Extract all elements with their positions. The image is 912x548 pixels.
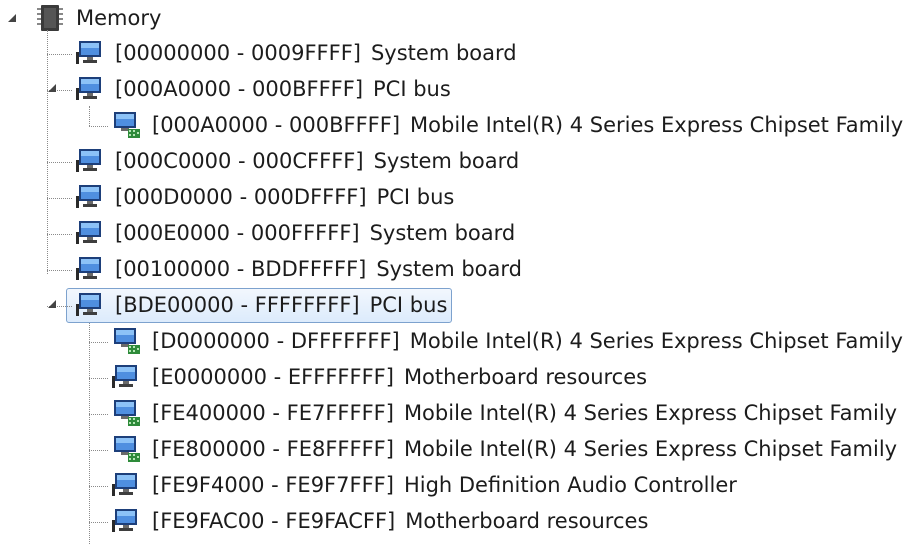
memory-range: [000C0000 - 000CFFFF] bbox=[115, 149, 364, 173]
tree-guide-line bbox=[47, 162, 72, 163]
tree-guide-line bbox=[89, 450, 108, 451]
tree-node[interactable]: [FE9FAC00 - FE9FACFF] Motherboard resourc… bbox=[0, 504, 900, 538]
tree-node[interactable]: [000E0000 - 000FFFFF] System board bbox=[0, 216, 900, 250]
tree-guide-line bbox=[89, 126, 108, 127]
device-name: System board bbox=[369, 221, 516, 245]
tree-node-label: [000A0000 - 000BFFFF] Mobile Intel(R) 4 S… bbox=[152, 108, 903, 142]
device-name: PCI bus bbox=[373, 77, 451, 101]
tree-node[interactable]: [000A0000 - 000BFFFF] PCI bus bbox=[0, 72, 900, 106]
memory-range: [FE400000 - FE7FFFFF] bbox=[152, 401, 394, 425]
tree-node-label: [00000000 - 0009FFFF] System board bbox=[115, 36, 517, 70]
tree-node[interactable]: [00000000 - 0009FFFF] System board bbox=[0, 36, 900, 70]
memory-range: [000A0000 - 000BFFFF] bbox=[152, 113, 401, 137]
monitor-icon bbox=[76, 290, 104, 318]
tree-guide-line bbox=[47, 270, 72, 271]
tree-node-label: [BDE00000 - FFFFFFFF] PCI bus bbox=[115, 288, 447, 322]
device-name: System board bbox=[373, 149, 520, 173]
tree-node-label: [E0000000 - EFFFFFFF] Motherboard resourc… bbox=[152, 360, 647, 394]
tree-node[interactable]: [FE400000 - FE7FFFFF] Mobile Intel(R) 4 S… bbox=[0, 396, 900, 430]
memory-range: [00100000 - BDDFFFFF] bbox=[115, 257, 367, 281]
tree-guide-line bbox=[47, 198, 72, 199]
device-name: Mobile Intel(R) 4 Series Express Chipset… bbox=[403, 401, 898, 425]
tree-guide-line bbox=[89, 414, 108, 415]
tree-guide-line bbox=[89, 486, 108, 487]
memory-range: [000E0000 - 000FFFFF] bbox=[115, 221, 360, 245]
monitor-icon bbox=[76, 74, 104, 102]
display-adapter-icon bbox=[112, 398, 142, 428]
tree-node-label: Memory bbox=[76, 6, 162, 30]
tree-node[interactable]: [D0000000 - DFFFFFFF] Mobile Intel(R) 4 S… bbox=[0, 324, 903, 358]
display-adapter-icon bbox=[112, 434, 142, 464]
device-name: PCI bus bbox=[369, 293, 448, 317]
monitor-icon bbox=[112, 470, 140, 498]
device-name: Mobile Intel(R) 4 Series Express Chipset… bbox=[409, 329, 903, 353]
device-name: Mobile Intel(R) 4 Series Express Chipset… bbox=[403, 437, 898, 461]
tree-guide-line bbox=[89, 378, 108, 379]
tree-node[interactable]: [E0000000 - EFFFFFFF] Motherboard resourc… bbox=[0, 360, 900, 394]
device-name: High Definition Audio Controller bbox=[403, 473, 737, 497]
monitor-icon bbox=[76, 218, 104, 246]
monitor-icon bbox=[76, 146, 104, 174]
display-adapter-icon bbox=[112, 326, 142, 356]
monitor-icon bbox=[76, 38, 104, 66]
monitor-icon bbox=[112, 506, 140, 534]
memory-range: [000D0000 - 000DFFFF] bbox=[115, 185, 367, 209]
device-name: Motherboard resources bbox=[405, 509, 649, 533]
tree-node-label: [000D0000 - 000DFFFF] PCI bus bbox=[115, 180, 454, 214]
device-name: System board bbox=[370, 41, 517, 65]
monitor-icon bbox=[112, 362, 140, 390]
tree-node-label: [FE400000 - FE7FFFFF] Mobile Intel(R) 4 S… bbox=[152, 396, 897, 430]
tree-node-label: [000E0000 - 000FFFFF] System board bbox=[115, 216, 515, 250]
memory-range: [D0000000 - DFFFFFFF] bbox=[152, 329, 400, 353]
tree-node[interactable]: [00100000 - BDDFFFFF] System board bbox=[0, 252, 900, 286]
tree-node[interactable]: [BDE00000 - FFFFFFFF] PCI bus bbox=[0, 288, 900, 323]
tree-guide-line bbox=[89, 342, 108, 343]
tree-node-memory[interactable]: Memory bbox=[0, 1, 200, 35]
tree-guide-line bbox=[89, 522, 108, 523]
device-manager-tree: Memory [00000000 - 0009FFFF] System board… bbox=[0, 0, 912, 548]
tree-guide-line bbox=[47, 54, 72, 55]
memory-range: [000A0000 - 000BFFFF] bbox=[115, 77, 364, 101]
memory-range: [00000000 - 0009FFFF] bbox=[115, 41, 361, 65]
tree-node-label: [00100000 - BDDFFFFF] System board bbox=[115, 252, 522, 286]
tree-node-label: [000C0000 - 000CFFFF] System board bbox=[115, 144, 519, 178]
monitor-icon bbox=[76, 182, 104, 210]
tree-node[interactable]: [FE800000 - FE8FFFFF] Mobile Intel(R) 4 S… bbox=[0, 432, 900, 466]
device-name: Motherboard resources bbox=[403, 365, 648, 389]
tree-node[interactable]: [000A0000 - 000BFFFF] Mobile Intel(R) 4 S… bbox=[0, 108, 903, 142]
tree-node-label: [D0000000 - DFFFFFFF] Mobile Intel(R) 4 S… bbox=[152, 324, 903, 358]
memory-range: [FE9F4000 - FE9F7FFF] bbox=[152, 473, 394, 497]
tree-node-label: [FE800000 - FE8FFFFF] Mobile Intel(R) 4 S… bbox=[152, 432, 897, 466]
tree-node[interactable]: [FE9F4000 - FE9F7FFF] High Definition Aud… bbox=[0, 468, 900, 502]
tree-node[interactable]: [000C0000 - 000CFFFF] System board bbox=[0, 144, 900, 178]
memory-range: [BDE00000 - FFFFFFFF] bbox=[115, 293, 360, 317]
expand-triangle-icon[interactable] bbox=[46, 82, 60, 96]
memory-range: [E0000000 - EFFFFFFF] bbox=[152, 365, 394, 389]
expand-triangle-icon[interactable] bbox=[6, 12, 20, 26]
device-name: Mobile Intel(R) 4 Series Express Chipset… bbox=[410, 113, 904, 137]
device-name: System board bbox=[376, 257, 522, 281]
tree-node-label: [FE9F4000 - FE9F7FFF] High Definition Aud… bbox=[152, 468, 737, 502]
display-adapter-icon bbox=[112, 110, 142, 140]
expand-triangle-icon[interactable] bbox=[46, 298, 60, 312]
tree-node[interactable]: [000D0000 - 000DFFFF] PCI bus bbox=[0, 180, 900, 214]
tree-node-label: [FE9FAC00 - FE9FACFF] Motherboard resourc… bbox=[152, 504, 648, 538]
tree-guide-line bbox=[47, 234, 72, 235]
memory-range: [FE800000 - FE8FFFFF] bbox=[152, 437, 394, 461]
tree-node-label: [000A0000 - 000BFFFF] PCI bus bbox=[115, 72, 451, 106]
memory-chip-icon bbox=[35, 3, 65, 33]
monitor-icon bbox=[76, 254, 104, 282]
device-name: PCI bus bbox=[376, 185, 455, 209]
memory-range: [FE9FAC00 - FE9FACFF] bbox=[152, 509, 396, 533]
